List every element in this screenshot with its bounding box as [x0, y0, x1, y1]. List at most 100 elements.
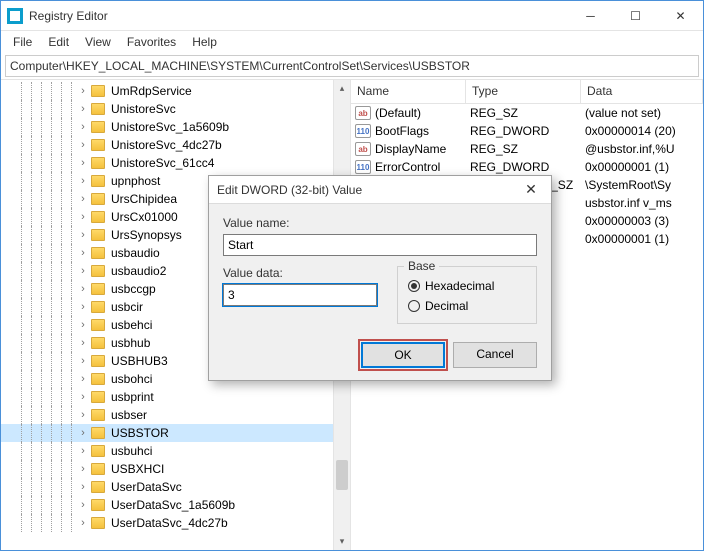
string-value-icon: ab: [355, 142, 371, 156]
expand-icon[interactable]: ›: [77, 427, 89, 439]
expand-icon[interactable]: ›: [77, 157, 89, 169]
menu-favorites[interactable]: Favorites: [119, 33, 184, 51]
window-title: Registry Editor: [29, 9, 568, 23]
expand-icon[interactable]: ›: [77, 355, 89, 367]
address-bar[interactable]: Computer\HKEY_LOCAL_MACHINE\SYSTEM\Curre…: [5, 55, 699, 77]
expand-icon[interactable]: ›: [77, 517, 89, 529]
cancel-button[interactable]: Cancel: [453, 342, 537, 368]
scroll-up-icon[interactable]: ▴: [334, 80, 350, 97]
menu-view[interactable]: View: [77, 33, 119, 51]
expand-icon[interactable]: ›: [77, 409, 89, 421]
folder-icon: [91, 265, 105, 277]
dialog-buttons: OK Cancel: [223, 342, 537, 368]
tree-node-unistoresvc_61cc4[interactable]: › UnistoreSvc_61cc4: [1, 154, 350, 172]
value-row[interactable]: 110BootFlagsREG_DWORD0x00000014 (20): [351, 122, 703, 140]
tree-node-usbxhci[interactable]: ›USBXHCI: [1, 460, 350, 478]
tree-node-userdatasvc_1a5609b[interactable]: ›UserDataSvc_1a5609b: [1, 496, 350, 514]
expand-icon[interactable]: ›: [77, 229, 89, 241]
close-button[interactable]: ✕: [658, 1, 703, 31]
tree-label: usbcir: [109, 300, 145, 314]
folder-icon: [91, 445, 105, 457]
expand-icon[interactable]: ›: [77, 85, 89, 97]
tree-node-userdatasvc[interactable]: ›UserDataSvc: [1, 478, 350, 496]
tree-node-unistoresvc_4dc27b[interactable]: ›UnistoreSvc_4dc27b: [1, 136, 350, 154]
folder-icon: [91, 517, 105, 529]
expand-icon[interactable]: ›: [77, 481, 89, 493]
value-row[interactable]: 110ErrorControlREG_DWORD0x00000001 (1): [351, 158, 703, 176]
titlebar: Registry Editor ─ ☐ ✕: [1, 1, 703, 31]
tree-label: UrsCx01000: [109, 210, 180, 224]
expand-icon[interactable]: ›: [77, 373, 89, 385]
col-header-type[interactable]: Type: [466, 80, 581, 103]
expand-icon[interactable]: ›: [77, 301, 89, 313]
expand-icon[interactable]: ›: [77, 391, 89, 403]
expand-icon[interactable]: ›: [77, 319, 89, 331]
tree-node-unistoresvc_1a5609b[interactable]: ›UnistoreSvc_1a5609b: [1, 118, 350, 136]
value-row[interactable]: abDisplayNameREG_SZ@usbstor.inf,%U: [351, 140, 703, 158]
col-header-data[interactable]: Data: [581, 80, 703, 103]
col-header-name[interactable]: Name: [351, 80, 466, 103]
folder-icon: [91, 391, 105, 403]
value-name: ErrorControl: [375, 160, 470, 174]
value-name-input[interactable]: [223, 234, 537, 256]
minimize-button[interactable]: ─: [568, 1, 613, 31]
expand-icon[interactable]: ›: [77, 175, 89, 187]
folder-icon: [91, 193, 105, 205]
value-row[interactable]: ab(Default)REG_SZ(value not set): [351, 104, 703, 122]
expand-icon[interactable]: ›: [77, 445, 89, 457]
expand-icon[interactable]: ›: [77, 211, 89, 223]
dialog-titlebar: Edit DWORD (32-bit) Value ✕: [209, 176, 551, 204]
ok-button[interactable]: OK: [361, 342, 445, 368]
value-data-input[interactable]: [223, 284, 377, 306]
tree-label: usbaudio2: [109, 264, 168, 278]
value-type: REG_SZ: [470, 142, 585, 156]
dialog-close-icon[interactable]: ✕: [519, 178, 543, 202]
tree-label: usbprint: [109, 390, 156, 404]
radio-hex[interactable]: Hexadecimal: [408, 279, 526, 293]
folder-icon: [91, 301, 105, 313]
expand-icon[interactable]: ›: [77, 463, 89, 475]
dword-value-icon: 110: [355, 124, 371, 138]
folder-icon: [91, 229, 105, 241]
value-data: 0x00000001 (1): [585, 160, 703, 174]
scroll-thumb[interactable]: [336, 460, 348, 490]
radio-hex-label: Hexadecimal: [425, 279, 494, 293]
folder-icon: [91, 139, 105, 151]
radio-dec-icon: [408, 300, 420, 312]
tree-node-usbprint[interactable]: › usbprint: [1, 388, 350, 406]
base-legend: Base: [404, 259, 439, 273]
folder-icon: [91, 175, 105, 187]
tree-label: upnphost: [109, 174, 162, 188]
tree-node-usbser[interactable]: › usbser: [1, 406, 350, 424]
maximize-button[interactable]: ☐: [613, 1, 658, 31]
expand-icon[interactable]: ›: [77, 337, 89, 349]
tree-node-unistoresvc[interactable]: ›UnistoreSvc: [1, 100, 350, 118]
expand-icon[interactable]: ›: [77, 121, 89, 133]
menu-help[interactable]: Help: [184, 33, 225, 51]
menu-edit[interactable]: Edit: [40, 33, 77, 51]
folder-icon: [91, 283, 105, 295]
tree-label: usbehci: [109, 318, 154, 332]
radio-dec[interactable]: Decimal: [408, 299, 526, 313]
value-data: usbstor.inf v_ms: [585, 196, 703, 210]
expand-icon[interactable]: ›: [77, 139, 89, 151]
tree-node-umrdpservice[interactable]: ›UmRdpService: [1, 82, 350, 100]
expand-icon[interactable]: ›: [77, 103, 89, 115]
tree-node-usbuhci[interactable]: ›usbuhci: [1, 442, 350, 460]
folder-icon: [91, 481, 105, 493]
scroll-down-icon[interactable]: ▾: [334, 533, 350, 550]
value-type: REG_DWORD: [470, 160, 585, 174]
tree-label: UnistoreSvc_61cc4: [109, 156, 216, 170]
expand-icon[interactable]: ›: [77, 283, 89, 295]
expand-icon[interactable]: ›: [77, 193, 89, 205]
tree-node-usbstor[interactable]: ›USBSTOR: [1, 424, 350, 442]
value-data-label: Value data:: [223, 266, 377, 280]
expand-icon[interactable]: ›: [77, 247, 89, 259]
value-data: 0x00000001 (1): [585, 232, 703, 246]
expand-icon[interactable]: ›: [77, 265, 89, 277]
tree-node-userdatasvc_4dc27b[interactable]: ›UserDataSvc_4dc27b: [1, 514, 350, 532]
menu-file[interactable]: File: [5, 33, 40, 51]
expand-icon[interactable]: ›: [77, 499, 89, 511]
string-value-icon: ab: [355, 106, 371, 120]
tree-label: usbser: [109, 408, 149, 422]
